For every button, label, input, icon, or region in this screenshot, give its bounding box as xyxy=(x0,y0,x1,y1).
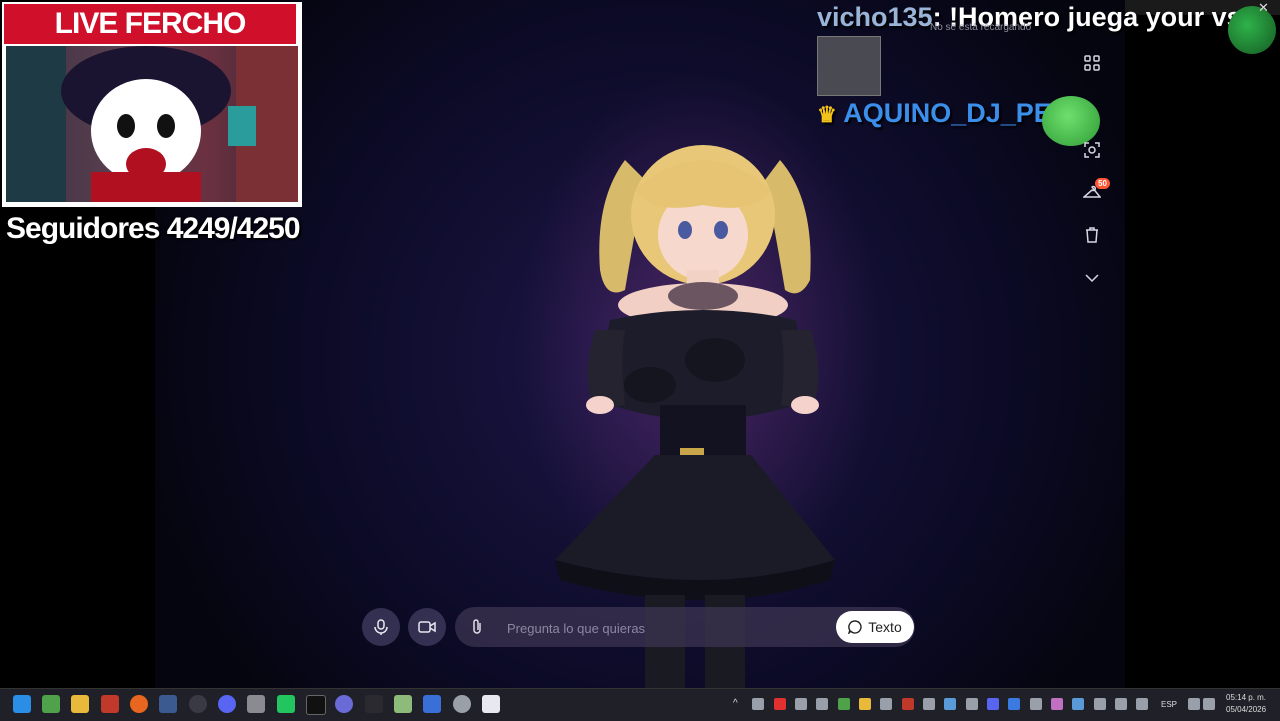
network-icon[interactable] xyxy=(1188,698,1200,710)
webcam-feed xyxy=(6,46,298,202)
app-icon-10[interactable] xyxy=(306,695,326,715)
app-icon-1[interactable] xyxy=(42,695,60,713)
discord-icon[interactable] xyxy=(218,695,236,713)
clock-time[interactable]: 05:14 p. m. xyxy=(1226,693,1266,702)
tray-icon-15[interactable] xyxy=(1051,698,1063,710)
crown-icon: ♛ xyxy=(817,102,837,127)
paperclip-icon[interactable] xyxy=(465,615,489,639)
tray-icon-9[interactable] xyxy=(923,698,935,710)
firefox-icon[interactable] xyxy=(130,695,148,713)
windows-start-icon[interactable] xyxy=(13,695,31,713)
language-indicator[interactable]: ESP xyxy=(1161,700,1177,709)
tray-icon-7[interactable] xyxy=(880,698,892,710)
tray-icon-12[interactable] xyxy=(987,698,999,710)
clock-date[interactable]: 05/04/2026 xyxy=(1226,705,1266,714)
webcam-avatar-icon xyxy=(6,46,298,202)
microphone-icon xyxy=(374,619,388,635)
tray-icon-3[interactable] xyxy=(795,698,807,710)
trash-icon[interactable] xyxy=(1078,221,1106,249)
focus-icon[interactable] xyxy=(1078,136,1106,164)
stream-title: LIVE FERCHO REACTION xyxy=(4,4,296,80)
bluetooth-icon[interactable] xyxy=(1008,698,1020,710)
chat-message-2: ♛ AQUINO_DJ_PE: xyxy=(817,98,1061,129)
followers-counter: Seguidores 4249/4250 xyxy=(6,212,301,245)
kick-icon[interactable] xyxy=(277,695,295,713)
tray-icon-6[interactable] xyxy=(859,698,871,710)
app-icon-14[interactable] xyxy=(423,695,441,713)
microphone-tray-icon[interactable] xyxy=(1136,698,1148,710)
text-mode-button[interactable]: Texto xyxy=(836,611,914,643)
grid-icon[interactable] xyxy=(1078,49,1106,77)
app-icon-3[interactable] xyxy=(101,695,119,713)
app-icon-12[interactable] xyxy=(365,695,383,713)
tray-icon-1[interactable] xyxy=(752,698,764,710)
chevron-down-icon[interactable] xyxy=(1078,264,1106,292)
tray-icon-17[interactable] xyxy=(1094,698,1106,710)
video-camera-icon xyxy=(418,621,436,633)
tray-icon-8[interactable] xyxy=(902,698,914,710)
file-explorer-icon[interactable] xyxy=(71,695,89,713)
tray-icon-2[interactable] xyxy=(774,698,786,710)
outfit-count-badge: 50 xyxy=(1095,178,1110,189)
obs-icon[interactable] xyxy=(189,695,207,713)
question-input[interactable] xyxy=(505,615,829,641)
app-icon-13[interactable] xyxy=(394,695,412,713)
tray-icon-14[interactable] xyxy=(1030,698,1042,710)
video-button[interactable] xyxy=(408,608,446,646)
tray-icon-4[interactable] xyxy=(816,698,828,710)
tray-icon-18[interactable] xyxy=(1115,698,1127,710)
chat-username: vicho135 xyxy=(817,2,933,32)
volume-icon[interactable] xyxy=(1203,698,1215,710)
tray-icon-16[interactable] xyxy=(1072,698,1084,710)
microphone-button[interactable] xyxy=(362,608,400,646)
tray-icon-11[interactable] xyxy=(966,698,978,710)
app-icon-16[interactable] xyxy=(482,695,500,713)
tray-icon-10[interactable] xyxy=(944,698,956,710)
chat-bubble-icon xyxy=(848,620,862,634)
app-icon-8[interactable] xyxy=(247,695,265,713)
chat-thumbnail-image xyxy=(817,36,881,96)
settings-icon[interactable] xyxy=(453,695,471,713)
chat-username: AQUINO_DJ_PE xyxy=(843,98,1052,128)
app-icon-5[interactable] xyxy=(159,695,177,713)
text-mode-label: Texto xyxy=(868,619,902,635)
tray-icon-5[interactable] xyxy=(838,698,850,710)
tray-chevron-up-icon[interactable]: ^ xyxy=(733,698,738,709)
close-icon[interactable]: ✕ xyxy=(1258,0,1269,16)
app-icon-11[interactable] xyxy=(335,695,353,713)
reload-notice: No se está recargando xyxy=(930,22,1032,33)
